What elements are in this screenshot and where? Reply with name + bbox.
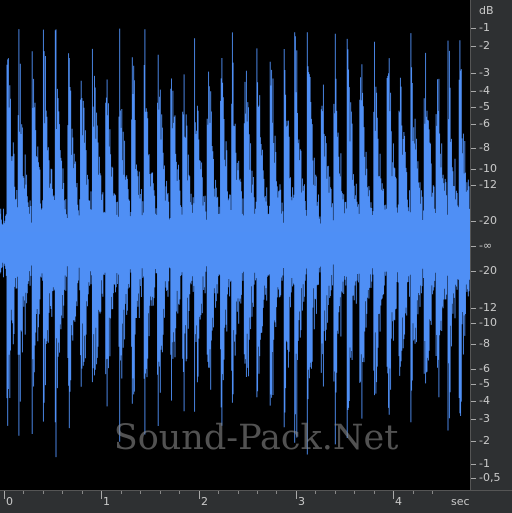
db-label-lower: -10 [479, 316, 497, 329]
time-minor-tick [374, 491, 375, 494]
time-ruler[interactable]: 0 1 2 3 4 sec [0, 490, 512, 513]
db-tick [471, 124, 476, 125]
time-minor-tick [140, 491, 141, 494]
time-label: 3 [298, 495, 305, 508]
time-minor-tick [43, 491, 44, 494]
time-major-tick [199, 491, 200, 499]
time-minor-tick [413, 491, 414, 494]
time-minor-tick [121, 491, 122, 494]
db-label-upper: -20 [479, 214, 497, 227]
db-tick [471, 401, 476, 402]
db-label-upper: -3 [479, 66, 490, 79]
db-tick [471, 91, 476, 92]
time-minor-tick [315, 491, 316, 494]
db-tick [471, 441, 476, 442]
time-major-tick [101, 491, 102, 499]
db-label-upper: -2 [479, 39, 490, 52]
time-minor-tick [276, 491, 277, 494]
db-label-lower: -0,5 [479, 471, 501, 484]
time-minor-tick [23, 491, 24, 494]
db-label-upper: -8 [479, 141, 490, 154]
db-unit-label: dB [479, 4, 494, 17]
db-label-lower: -6 [479, 362, 490, 375]
db-label-upper: -6 [479, 117, 490, 130]
db-label-upper: -1 [479, 21, 490, 34]
time-minor-tick [62, 491, 63, 494]
db-tick [471, 308, 476, 309]
time-minor-tick [238, 491, 239, 494]
db-label-upper: -10 [479, 162, 497, 175]
db-tick [471, 46, 476, 47]
db-tick [471, 323, 476, 324]
db-tick [471, 369, 476, 370]
time-minor-tick [218, 491, 219, 494]
time-minor-tick [179, 491, 180, 494]
time-major-tick [4, 491, 5, 499]
time-minor-tick [335, 491, 336, 494]
db-tick [471, 28, 476, 29]
db-label-lower: -20 [479, 264, 497, 277]
db-tick [471, 246, 476, 247]
time-label: 1 [103, 495, 110, 508]
db-tick [471, 221, 476, 222]
db-scale-ruler: dB -1 -2 -3 -4 -5 -6 -8 -10 -12 -20 -∞ -20 -12 -10 -8 -… [470, 0, 512, 490]
waveform [0, 28, 470, 458]
time-unit-label: sec [451, 495, 470, 508]
audio-editor: dB -1 -2 -3 -4 -5 -6 -8 -10 -12 -20 -∞ -20 -12 -10 -8-… [0, 0, 512, 513]
db-label-lower: -12 [479, 301, 497, 314]
db-label-lower: -8 [479, 337, 490, 350]
time-major-tick [393, 491, 394, 499]
time-label: 2 [201, 495, 208, 508]
db-tick [471, 384, 476, 385]
db-label-lower: -2 [479, 434, 490, 447]
db-label-upper: -12 [479, 178, 497, 191]
db-label-lower: -1 [479, 457, 490, 470]
db-tick [471, 271, 476, 272]
db-tick [471, 148, 476, 149]
db-tick [471, 464, 476, 465]
time-minor-tick [432, 491, 433, 494]
db-tick [471, 419, 476, 420]
db-label-lower: -5 [479, 377, 490, 390]
waveform-display[interactable] [0, 0, 470, 490]
db-tick [471, 73, 476, 74]
db-tick [471, 107, 476, 108]
db-label-upper: -4 [479, 84, 490, 97]
waveform-core [0, 232, 470, 260]
time-minor-tick [257, 491, 258, 494]
db-tick [471, 478, 476, 479]
db-label-upper: -5 [479, 100, 490, 113]
db-tick [471, 344, 476, 345]
time-label: 0 [6, 495, 13, 508]
db-label-lower: -3 [479, 412, 490, 425]
time-major-tick [296, 491, 297, 499]
time-minor-tick [354, 491, 355, 494]
db-tick [471, 185, 476, 186]
db-tick [471, 169, 476, 170]
time-minor-tick [160, 491, 161, 494]
db-label-lower: -4 [479, 394, 490, 407]
time-minor-tick [82, 491, 83, 494]
time-label: 4 [395, 495, 402, 508]
db-label-center: -∞ [479, 239, 493, 252]
